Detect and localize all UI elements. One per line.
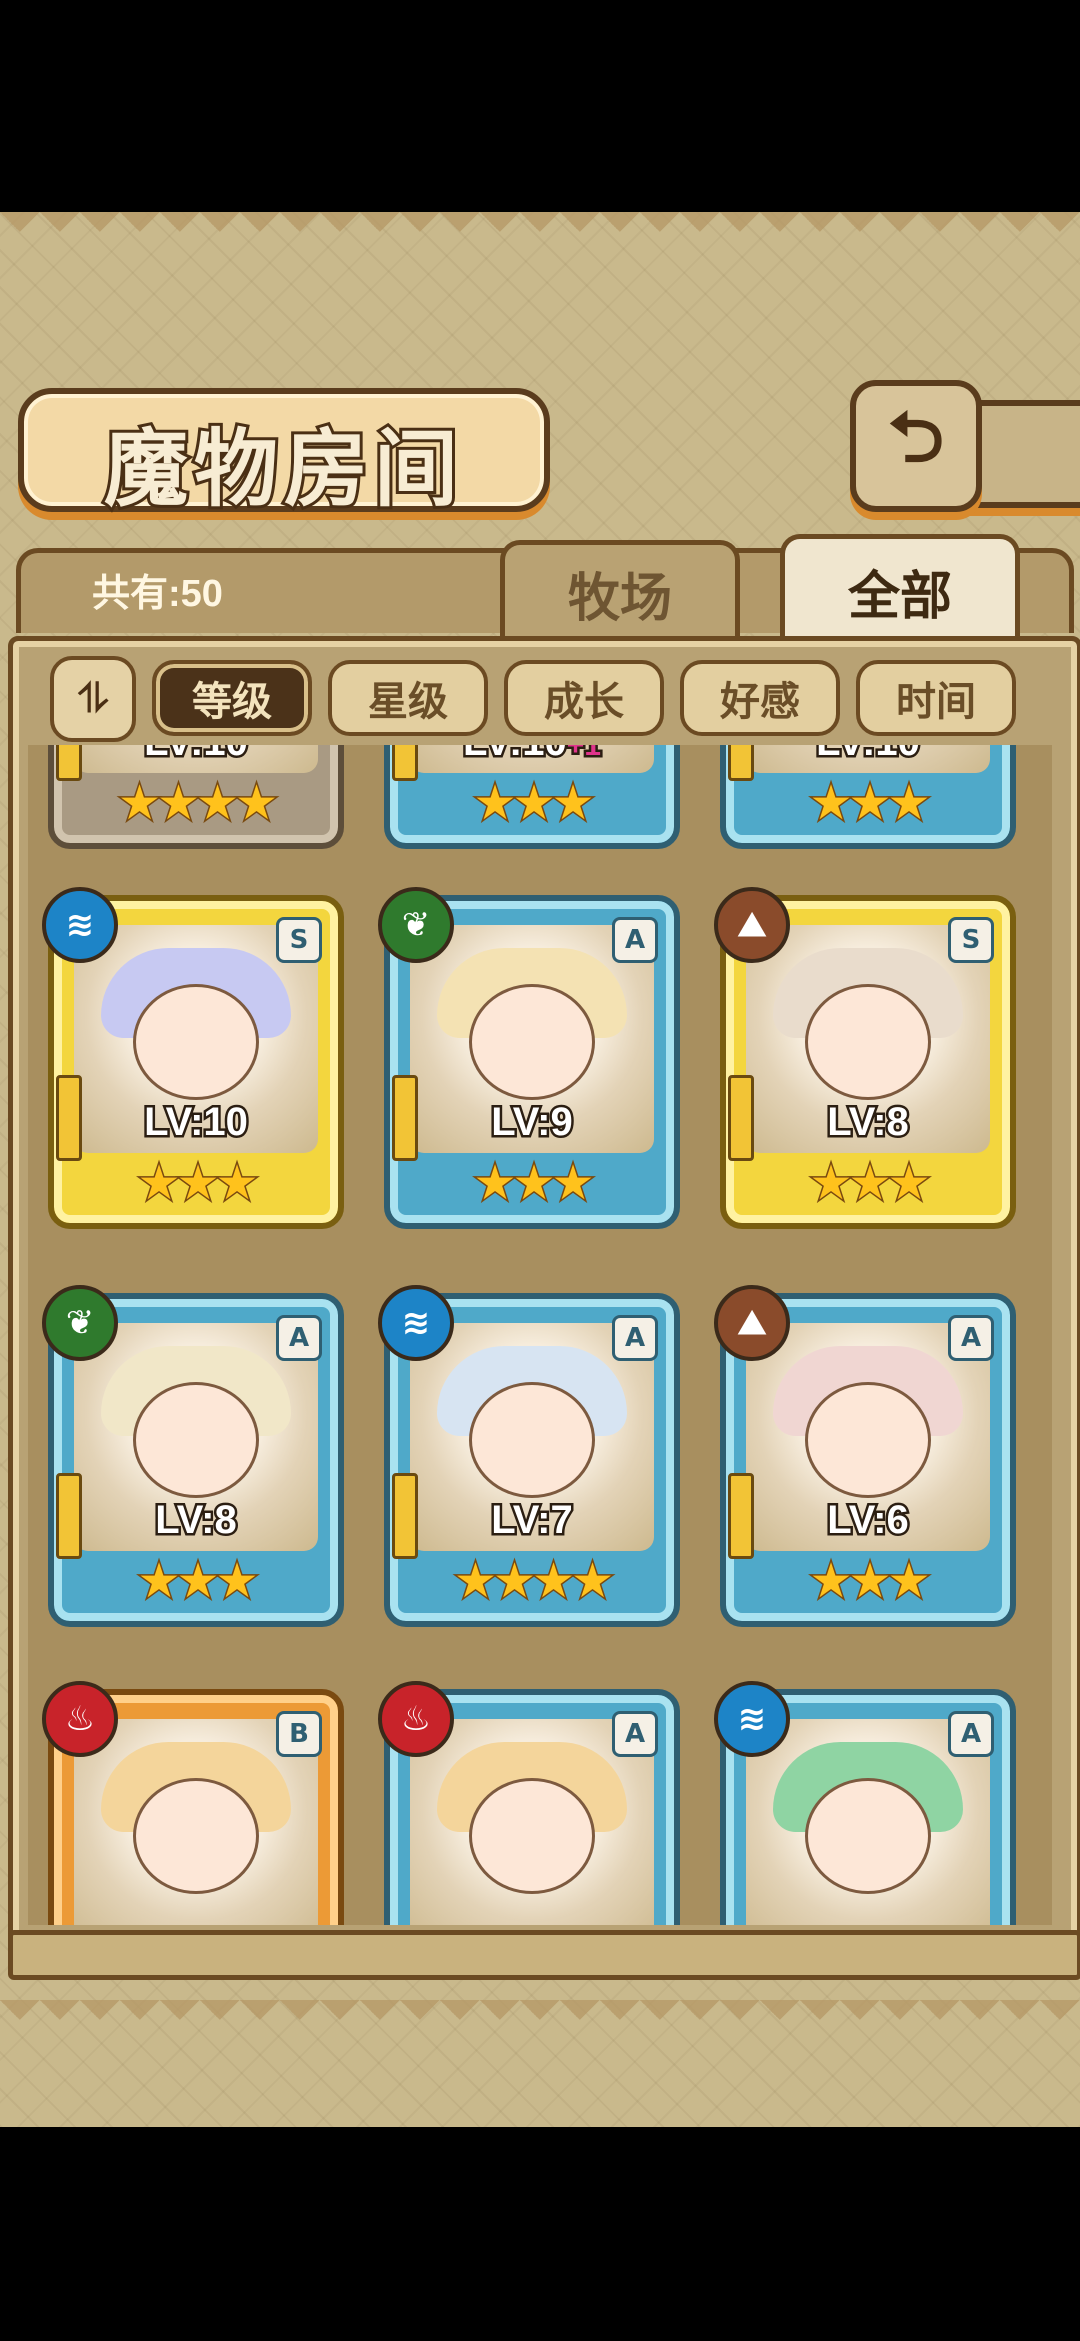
sort-order-icon: ⥮ — [78, 676, 108, 722]
monster-card[interactable]: A ≋ — [714, 1681, 1016, 1925]
sort-by-affinity[interactable]: 好感 — [680, 660, 840, 736]
rank-badge: A — [612, 1711, 658, 1757]
rank-badge: S — [276, 917, 322, 963]
monster-face — [469, 1778, 595, 1895]
monster-card[interactable]: S ≋ LV:10 ★★★ — [42, 887, 344, 1229]
star-rating: ★★★★ — [116, 774, 279, 833]
monster-count: 共有:50 — [92, 573, 223, 615]
monster-level: LV:7 — [390, 1496, 674, 1545]
monster-level: LV:6 — [726, 1496, 1010, 1545]
star-rating: ★★★ — [136, 1154, 260, 1213]
back-button[interactable]: ⮌ — [850, 380, 982, 512]
level-text: LV:10 — [142, 1098, 251, 1147]
monster-face — [133, 1778, 259, 1895]
monster-face — [133, 1382, 259, 1499]
monster-level: LV:10 — [726, 745, 1010, 767]
rank-badge: A — [276, 1315, 322, 1361]
rank-badge: A — [948, 1315, 994, 1361]
sort-bar: ⥮ 等级 星级 成长 好感 时间 — [40, 650, 1050, 742]
star-rating: ★★★ — [808, 774, 932, 833]
sort-by-level[interactable]: 等级 — [152, 660, 312, 736]
monster-face — [469, 984, 595, 1101]
monster-face — [805, 984, 931, 1101]
monster-card[interactable]: A ❦ LV:9 ★★★ — [378, 887, 680, 1229]
monster-card[interactable]: A ❦ LV:8 ★★★ — [42, 1285, 344, 1627]
rank-badge: B — [276, 1711, 322, 1757]
level-text: LV:10 — [814, 745, 923, 767]
rank-badge: A — [612, 1315, 658, 1361]
level-text: LV:6 — [825, 1496, 911, 1545]
water-element-icon: ≋ — [378, 1285, 454, 1361]
tab-ranch[interactable]: 牧场 — [500, 540, 740, 641]
star-rating: ★★★ — [472, 774, 596, 833]
star-rating: ★★★ — [808, 1154, 932, 1213]
page-title: 魔物房间 — [101, 416, 464, 521]
monster-card[interactable]: LV:10 ★★★★ — [48, 745, 344, 849]
sort-by-time[interactable]: 时间 — [856, 660, 1016, 736]
level-bonus: +1 — [564, 745, 603, 765]
monster-card[interactable]: A ⛰ LV:6 ★★★ — [714, 1285, 1016, 1627]
earth-element-icon: ⛰ — [714, 1285, 790, 1361]
bottom-frame — [8, 1930, 1080, 1980]
monster-card[interactable]: B ♨ — [42, 1681, 344, 1925]
bottom-border-decoration — [0, 2000, 1080, 2040]
level-text: LV:10 — [142, 745, 251, 767]
level-text: LV:8 — [153, 1496, 239, 1545]
star-rating: ★★★ — [136, 1552, 260, 1611]
sort-order-toggle[interactable]: ⥮ — [50, 656, 136, 742]
fire-element-icon: ♨ — [378, 1681, 454, 1757]
monster-card[interactable]: LV:10+1 ★★★ — [384, 745, 680, 849]
monster-face — [469, 1382, 595, 1499]
monster-level: LV:10 — [54, 1098, 338, 1147]
level-text: LV:7 — [489, 1496, 575, 1545]
rank-badge: A — [948, 1711, 994, 1757]
fire-element-icon: ♨ — [42, 1681, 118, 1757]
level-text: LV:8 — [825, 1098, 911, 1147]
star-rating: ★★★ — [808, 1552, 932, 1611]
title-plate: 魔物房间 — [18, 388, 550, 521]
monster-card[interactable]: LV:10 ★★★ — [720, 745, 1016, 849]
monster-level: LV:8 — [54, 1496, 338, 1545]
rank-badge: A — [612, 917, 658, 963]
leaf-element-icon: ❦ — [42, 1285, 118, 1361]
star-rating: ★★★ — [472, 1154, 596, 1213]
rank-badge: S — [948, 917, 994, 963]
water-element-icon: ≋ — [42, 887, 118, 963]
monster-card[interactable]: A ≋ LV:7 ★★★★ — [378, 1285, 680, 1627]
monster-grid: LV:10★★★★LV:10+1★★★LV:10★★★S≋LV:10★★★A❦L… — [28, 745, 1052, 1925]
level-text: LV:9 — [489, 1098, 575, 1147]
monster-level: LV:10+1 — [390, 745, 674, 767]
leaf-element-icon: ❦ — [378, 887, 454, 963]
monster-face — [133, 984, 259, 1101]
sort-by-star[interactable]: 星级 — [328, 660, 488, 736]
tab-all[interactable]: 全部 — [780, 534, 1020, 643]
monster-face — [805, 1778, 931, 1895]
monster-level: LV:10 — [54, 745, 338, 767]
monster-level: LV:9 — [390, 1098, 674, 1147]
sort-by-growth[interactable]: 成长 — [504, 660, 664, 736]
monster-face — [805, 1382, 931, 1499]
back-arrow-icon: ⮌ — [887, 395, 945, 478]
monster-level: LV:8 — [726, 1098, 1010, 1147]
earth-element-icon: ⛰ — [714, 887, 790, 963]
top-border-decoration — [0, 212, 1080, 252]
water-element-icon: ≋ — [714, 1681, 790, 1757]
monster-card[interactable]: A ♨ — [378, 1681, 680, 1925]
level-text: LV:10 — [461, 745, 570, 767]
star-rating: ★★★★ — [452, 1552, 615, 1611]
monster-card[interactable]: S ⛰ LV:8 ★★★ — [714, 887, 1016, 1229]
